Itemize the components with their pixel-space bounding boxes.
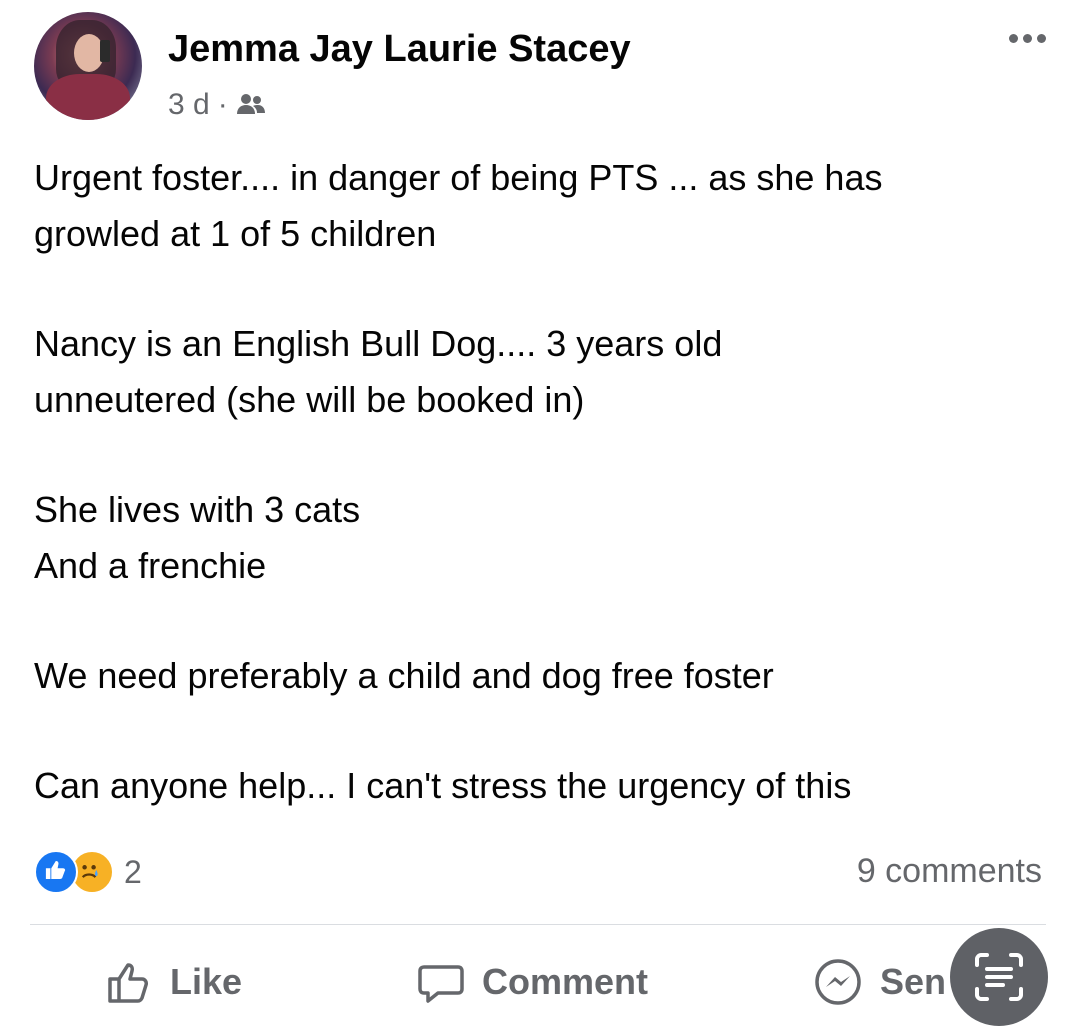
send-button[interactable]: Sen [812, 950, 946, 1014]
like-button[interactable]: Like [104, 950, 242, 1014]
post-line: growled at 1 of 5 children [34, 213, 437, 254]
post-line: Can anyone help... I can't stress the ur… [34, 765, 852, 806]
divider [30, 924, 1046, 925]
post-line: She lives with 3 cats [34, 489, 361, 530]
reactions-summary[interactable]: 2 [34, 848, 142, 896]
post-line: unneutered (she will be booked in) [34, 379, 585, 420]
scan-text-icon[interactable] [950, 928, 1048, 1026]
comments-count[interactable]: 9 comments [857, 852, 1042, 891]
post-line: Urgent foster.... in danger of being PTS… [34, 157, 883, 198]
post-meta: 3 d · [168, 88, 266, 122]
post-line: And a frenchie [34, 545, 267, 586]
friends-icon[interactable] [236, 92, 266, 118]
comment-bubble-icon [418, 965, 464, 1003]
post-line: We need preferably a child and dog free … [34, 655, 774, 696]
thumbs-up-icon [108, 963, 148, 1003]
post-header: Jemma Jay Laurie Stacey 3 d · [34, 12, 1054, 124]
meta-separator: · [217, 88, 228, 121]
reaction-count: 2 [124, 853, 142, 890]
post-line: Nancy is an English Bull Dog.... 3 years… [34, 323, 723, 364]
avatar[interactable] [34, 12, 142, 120]
post-body: Urgent foster.... in danger of being PTS… [34, 150, 1064, 814]
send-label: Sen [880, 961, 947, 1002]
more-options-icon[interactable] [1009, 34, 1046, 43]
author-name[interactable]: Jemma Jay Laurie Stacey [168, 28, 631, 71]
comment-label: Comment [482, 961, 649, 1002]
like-label: Like [170, 961, 243, 1002]
comment-button[interactable]: Comment [416, 950, 648, 1014]
like-reaction-icon [34, 850, 78, 894]
messenger-icon [815, 959, 861, 1005]
post-time[interactable]: 3 d [168, 88, 210, 122]
